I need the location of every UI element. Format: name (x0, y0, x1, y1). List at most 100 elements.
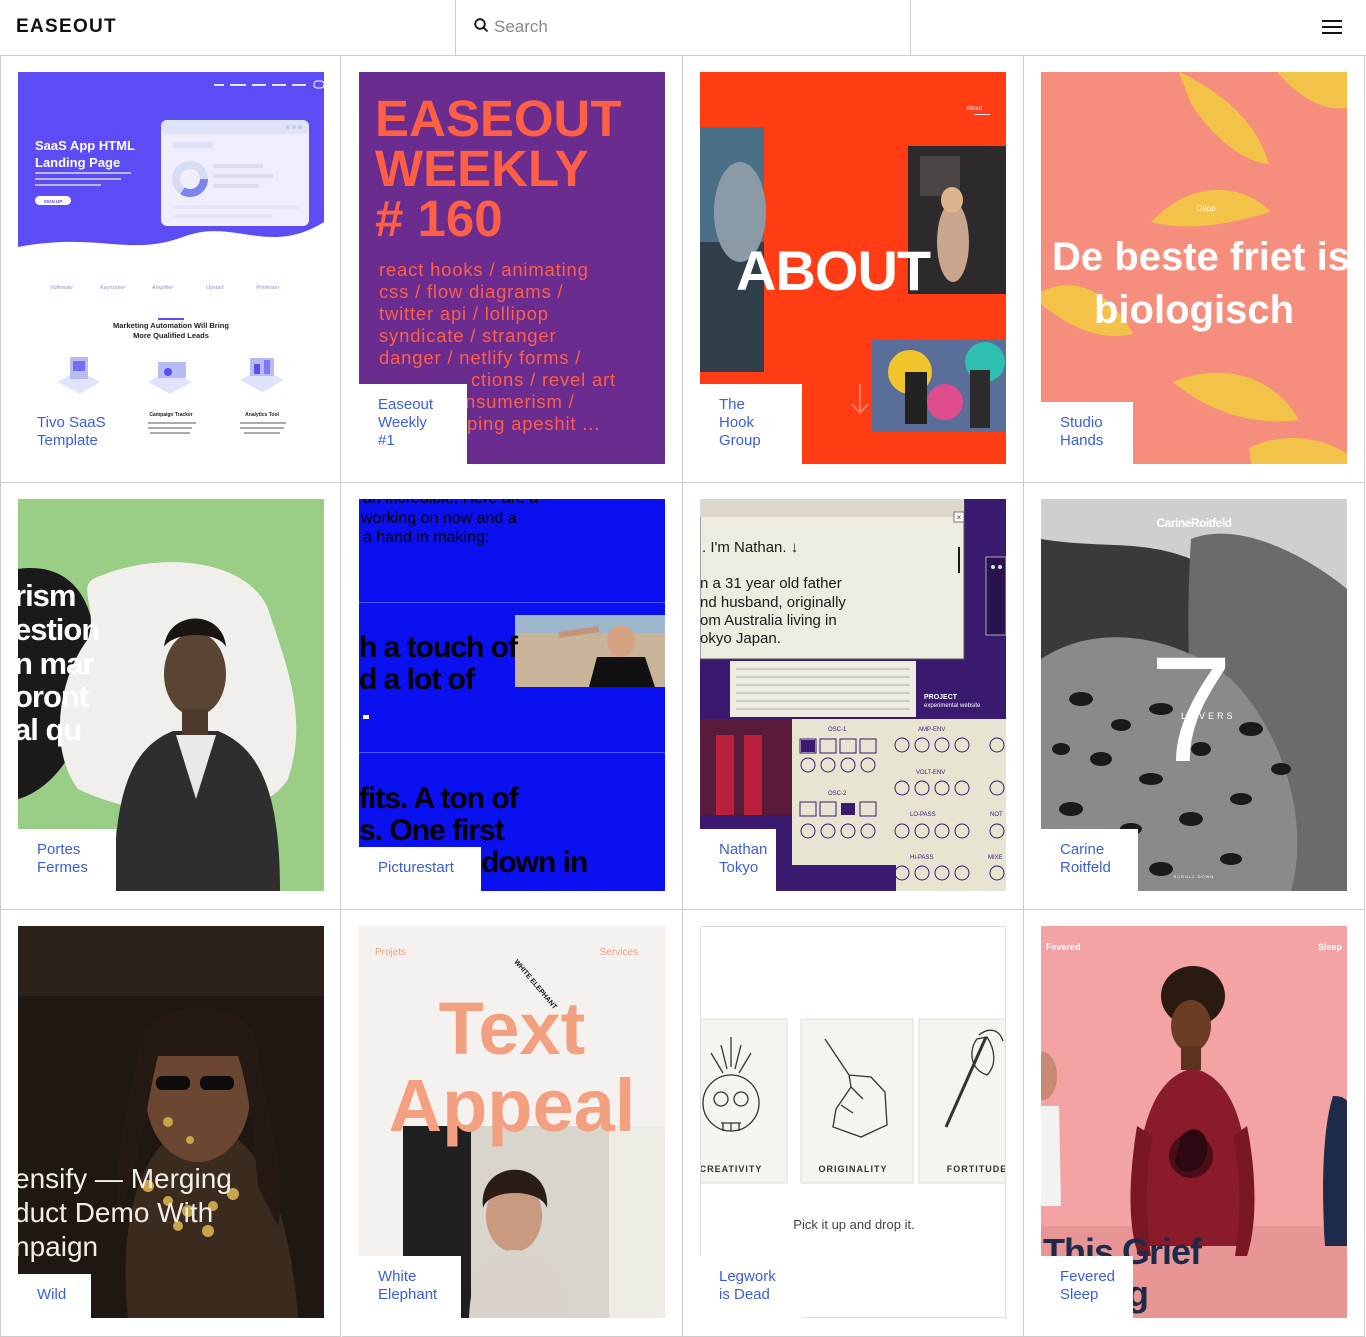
carine-sub: LOVERS (1181, 711, 1236, 721)
card-title[interactable]: Carine Roitfeld (1041, 829, 1138, 891)
tivo-logo-3: Amplifier (151, 285, 175, 291)
nathan-line: nd husband, originally (700, 594, 846, 611)
studio-nav[interactable]: Dapp (1196, 204, 1216, 213)
tivo-feature-2: Analytics Tool (245, 412, 279, 418)
tivo-logo-2: Keyrunner (100, 285, 127, 291)
nathan-project-sub: experimental website (924, 703, 981, 709)
carine-brand[interactable]: CarineRoitfeld (1156, 516, 1232, 530)
legwork-card-label: FORTITUDE (947, 1164, 1006, 1174)
svg-text:×: × (957, 513, 962, 522)
card-title[interactable]: Fevered Sleep (1041, 1256, 1133, 1318)
card-title[interactable]: Wild (18, 1274, 91, 1318)
synth-label: VOLT-ENV (916, 770, 945, 776)
card-easeout-weekly[interactable]: EASEOUT WEEKLY # 160 react hooks / anima… (342, 56, 683, 483)
card-carine-roitfeld[interactable]: CarineRoitfeld 7 LOVERS SCROLL DOWN Cari… (1024, 483, 1365, 910)
card-thumbnail[interactable]: an incredible. Here are a working on now… (359, 499, 665, 891)
tivo-feature-1: Campaign Tracker (149, 412, 192, 418)
studio-headline-2: biologisch (1094, 288, 1294, 332)
search-input[interactable] (494, 14, 874, 40)
carine-scroll: SCROLL DOWN (1174, 874, 1215, 879)
easeout-headline-3: # 160 (375, 190, 503, 247)
site-logo[interactable]: EASEOUT (16, 16, 117, 38)
tivo-signup-button: SIGN UP (44, 199, 63, 204)
legwork-card-label: CREATIVITY (701, 1164, 762, 1174)
white-elephant-headline-2: Appeal (389, 1064, 636, 1147)
studio-headline-1: De beste friet is (1052, 235, 1347, 279)
nathan-line: okyo Japan. (700, 630, 781, 647)
easeout-topic: danger / netlify forms / (379, 347, 581, 368)
easeout-topic: ping apeshit ... (467, 413, 600, 434)
synth-label: HI-PASS (910, 855, 934, 861)
white-elephant-nav-right[interactable]: Services (600, 947, 638, 958)
card-hook-group[interactable]: About ABOUT The Hook Group (683, 56, 1024, 483)
portes-word: rism (18, 578, 75, 613)
portes-word: estion (18, 612, 99, 647)
legwork-card-label: ORIGINALITY (819, 1164, 888, 1174)
fevered-nav-left[interactable]: Fevered (1046, 942, 1081, 952)
easeout-headline-1: EASEOUT (375, 90, 622, 147)
easeout-topic: nsumerism / (465, 391, 575, 412)
card-title[interactable]: The Hook Group (700, 384, 802, 464)
picturestart-line: fits. A ton of (359, 782, 520, 815)
synth-label: OSC-2 (828, 791, 847, 797)
card-tivo-saas[interactable]: SaaS App HTML Landing Page SIGN UP Vollme… (0, 56, 341, 483)
synth-label: OSC-1 (828, 727, 847, 733)
easeout-topic: react hooks / animating (379, 259, 589, 280)
tivo-logo-1: Vollmeter (50, 285, 74, 291)
portes-word: n mar (18, 646, 94, 681)
card-title[interactable]: Picturestart (359, 847, 481, 891)
carine-number: 7 (1149, 625, 1232, 793)
card-title[interactable]: Nathan Tokyo (700, 829, 776, 891)
easeout-topic: syndicate / stranger (379, 325, 556, 346)
synth-label: AMP-ENV (918, 727, 945, 733)
card-title[interactable]: Easeout Weekly #1 (359, 384, 467, 464)
card-nathan-tokyo[interactable]: × . I'm Nathan. ↓ n a 31 year old father… (683, 483, 1024, 910)
picturestart-line: a hand in making: (363, 529, 489, 546)
card-white-elephant[interactable]: Projets Services WHITE ELEPHANT Text App… (342, 910, 683, 1337)
svg-text:Marketing Automation Will Brin: Marketing Automation Will Bring (113, 321, 229, 330)
nathan-project: PROJECT (924, 694, 958, 701)
hook-about-nav[interactable]: About (966, 106, 982, 112)
card-legwork-is-dead[interactable]: CREATIVITY ORIGINALITY FORTITUDE Pick it… (683, 910, 1024, 1337)
top-header: EASEOUT (0, 0, 1366, 56)
nathan-line: n a 31 year old father (700, 575, 842, 592)
easeout-topic: css / flow diagrams / (379, 281, 563, 302)
portes-word: oront (18, 679, 89, 714)
card-title[interactable]: Studio Hands (1041, 402, 1133, 464)
portes-word: al qu (18, 712, 81, 747)
picturestart-line: s. One first (359, 814, 505, 847)
picturestart-line: down in (481, 846, 587, 879)
easeout-headline-2: WEEKLY (375, 140, 589, 197)
search-box[interactable] (455, 0, 911, 56)
card-title[interactable]: Tivo SaaS Template (18, 402, 116, 464)
card-thumbnail[interactable]: ensify — Merging duct Demo With npaign (18, 926, 324, 1318)
card-title[interactable]: Legwork is Dead (700, 1256, 803, 1318)
svg-text:More Qualified Leads: More Qualified Leads (133, 331, 209, 340)
card-fevered-sleep[interactable]: Fevered Sleep This Grief g Fevered Sleep (1024, 910, 1365, 1337)
synth-label: MIXE (988, 855, 1003, 861)
easeout-topic: twitter api / lollipop (379, 303, 549, 324)
tivo-logo-5: Primester (256, 285, 281, 291)
wild-line: ensify — Merging (18, 1163, 232, 1194)
card-portes-fermes[interactable]: rism estion n mar oront al qu Portes Ferm… (0, 483, 341, 910)
card-title[interactable]: White Elephant (359, 1256, 461, 1318)
picturestart-line: h a touch of (359, 631, 519, 664)
synth-label: LO-PASS (910, 812, 936, 818)
white-elephant-nav-left[interactable]: Projets (375, 947, 406, 958)
card-studio-hands[interactable]: Dapp De beste friet is biologisch Studio… (1024, 56, 1365, 483)
hamburger-menu-icon[interactable] (1318, 16, 1346, 38)
tivo-logo-4: Upstart (206, 285, 224, 291)
picturestart-line: working on now and a (360, 510, 517, 527)
search-icon (474, 18, 489, 33)
svg-text:an incredible. Here are a: an incredible. Here are a (363, 499, 538, 507)
fevered-nav-right[interactable]: Sleep (1318, 942, 1343, 952)
card-wild[interactable]: ensify — Merging duct Demo With npaign W… (0, 910, 341, 1337)
wild-line: duct Demo With (18, 1197, 213, 1228)
nathan-line: . I'm Nathan. ↓ (702, 539, 798, 556)
card-picturestart[interactable]: an incredible. Here are a working on now… (342, 483, 683, 910)
card-title[interactable]: Portes Fermes (18, 829, 116, 891)
nathan-line: om Australia living in (700, 612, 837, 629)
white-elephant-headline-1: Text (439, 987, 586, 1070)
synth-label: NOT (990, 812, 1003, 818)
hook-about-headline: ABOUT (736, 239, 931, 302)
